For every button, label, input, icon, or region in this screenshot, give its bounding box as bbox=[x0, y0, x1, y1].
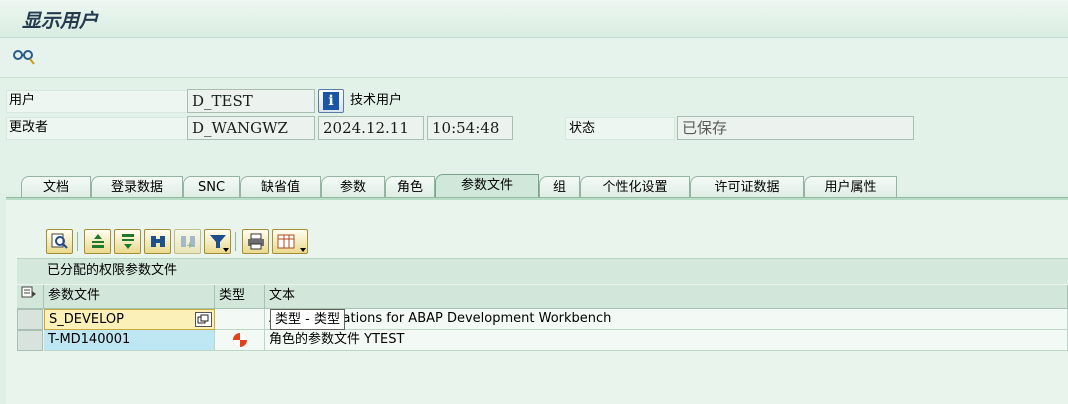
select-all-icon[interactable] bbox=[17, 285, 44, 309]
page-title: 显示用户 bbox=[22, 10, 99, 32]
layout-grid-icon bbox=[277, 234, 295, 249]
user-label: 用户 bbox=[9, 93, 36, 108]
dropdown-arrow-icon bbox=[223, 248, 229, 252]
dropdown-arrow-icon bbox=[300, 248, 306, 252]
column-header-type[interactable]: 类型 bbox=[215, 285, 265, 309]
title-bar: 显示用户 bbox=[0, 0, 1068, 38]
changed-date-field[interactable]: 2024.12.11 bbox=[318, 116, 424, 140]
table-cell-text: 角色的参数文件 YTEST bbox=[265, 330, 1068, 351]
tab-groups[interactable]: 组 bbox=[539, 176, 580, 199]
tab-snc[interactable]: SNC bbox=[183, 176, 240, 199]
user-field[interactable]: D_TEST bbox=[187, 89, 315, 113]
row-selector[interactable] bbox=[17, 330, 43, 351]
row-selector[interactable] bbox=[17, 309, 43, 330]
type-tooltip: 类型 - 类型 bbox=[270, 309, 345, 330]
changed-time-field[interactable]: 10:54:48 bbox=[427, 116, 513, 140]
details-button[interactable] bbox=[46, 229, 73, 254]
magnifier-icon bbox=[51, 233, 68, 249]
tab-user-attributes[interactable]: 用户属性 bbox=[804, 176, 897, 199]
print-button[interactable] bbox=[242, 229, 269, 254]
tab-defaults[interactable]: 缺省值 bbox=[240, 176, 321, 199]
user-type-info-button[interactable]: i bbox=[318, 89, 344, 113]
glasses-icon[interactable] bbox=[12, 46, 36, 66]
role-profile-icon bbox=[233, 333, 247, 347]
changed-by-label: 更改者 bbox=[9, 120, 49, 135]
filter-button[interactable] bbox=[204, 229, 231, 254]
find-next-button[interactable]: + bbox=[174, 229, 201, 254]
application-toolbar bbox=[0, 38, 1068, 78]
value-help-icon[interactable] bbox=[195, 312, 212, 327]
column-header-text[interactable]: 文本 bbox=[265, 285, 1068, 309]
tab-license-data[interactable]: 许可证数据 bbox=[690, 176, 804, 199]
tab-personalization[interactable]: 个性化设置 bbox=[580, 176, 690, 199]
table-cell-type bbox=[215, 330, 265, 351]
column-header-profile[interactable]: 参数文件 bbox=[44, 285, 215, 309]
changed-by-field[interactable]: D_WANGWZ bbox=[187, 116, 315, 140]
tab-roles[interactable]: 角色 bbox=[385, 176, 435, 199]
svg-text:+: + bbox=[186, 241, 194, 250]
sort-descending-button[interactable] bbox=[114, 229, 141, 254]
sort-ascending-icon bbox=[92, 234, 104, 248]
status-field[interactable]: 已保存 bbox=[677, 116, 914, 140]
table-cell-text: All authorizations for ABAP Development … bbox=[265, 309, 1068, 330]
tab-logon-data[interactable]: 登录数据 bbox=[91, 176, 183, 199]
table-cell-profile[interactable]: T-MD140001 bbox=[44, 330, 215, 351]
table-cell-profile[interactable]: S_DEVELOP bbox=[44, 309, 215, 330]
status-label: 状态 bbox=[569, 121, 596, 136]
find-button[interactable] bbox=[144, 229, 171, 254]
table-cell-type bbox=[215, 309, 265, 330]
toolbar-separator bbox=[235, 232, 236, 251]
binoculars-icon bbox=[151, 236, 165, 247]
sort-descending-icon bbox=[122, 234, 134, 249]
profile-name: S_DEVELOP bbox=[49, 312, 124, 327]
sort-ascending-button[interactable] bbox=[84, 229, 111, 254]
binoculars-next-icon: + bbox=[181, 236, 195, 250]
printer-icon bbox=[248, 233, 264, 250]
layout-button[interactable] bbox=[272, 229, 308, 254]
tab-documents[interactable]: 文档 bbox=[21, 176, 91, 199]
toolbar-separator bbox=[77, 232, 78, 251]
tab-parameters[interactable]: 参数 bbox=[321, 176, 385, 199]
grid-title: 已分配的权限参数文件 bbox=[17, 258, 1068, 284]
user-type-label: 技术用户 bbox=[350, 93, 403, 108]
info-icon: i bbox=[323, 92, 339, 110]
